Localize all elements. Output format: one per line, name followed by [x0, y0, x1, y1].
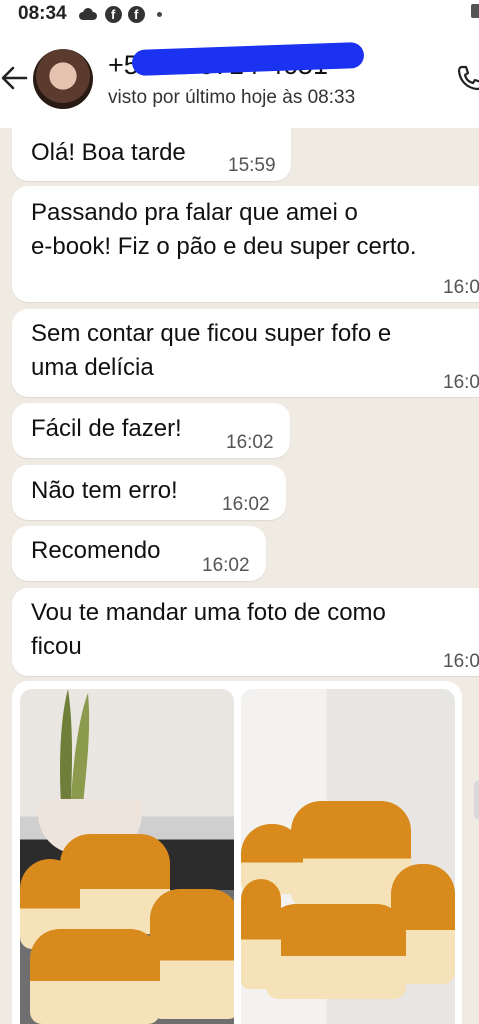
message-text: Recomendo — [31, 537, 161, 564]
battery-icon — [471, 4, 479, 18]
message-bubble[interactable]: Recomendo 16:02 — [12, 526, 266, 581]
status-time: 08:34 — [18, 3, 67, 24]
message-time: 16:0 — [443, 277, 479, 298]
message-text: Passando pra falar que amei o — [31, 199, 358, 226]
message-text: Olá! Boa tarde — [31, 139, 186, 166]
bread-roll — [241, 879, 281, 989]
message-bubble[interactable]: Fácil de fazer! 16:02 — [12, 403, 290, 458]
message-text: Não tem erro! — [31, 477, 178, 504]
bread-roll — [30, 929, 160, 1024]
message-text: Vou te mandar uma foto de como — [31, 599, 386, 626]
cloud-icon — [77, 8, 99, 20]
bread-photo[interactable] — [20, 689, 234, 1024]
facebook-icon: f — [104, 5, 122, 23]
message-bubble[interactable]: Olá! Boa tarde 15:59 — [12, 128, 291, 181]
message-text: Fácil de fazer! — [31, 415, 182, 442]
message-time: 16:02 — [222, 494, 270, 515]
photo-message[interactable] — [12, 681, 462, 1024]
message-bubble[interactable]: Passando pra falar que amei o e-book! Fi… — [12, 186, 479, 302]
bread-photo[interactable] — [241, 689, 455, 1024]
message-text: e-book! Fiz o pão e deu super certo. — [31, 233, 417, 260]
notification-dot-icon — [156, 11, 162, 17]
back-arrow-icon[interactable] — [0, 64, 28, 92]
message-time: 15:59 — [228, 155, 276, 176]
message-bubble[interactable]: Não tem erro! 16:02 — [12, 465, 286, 520]
message-text: Sem contar que ficou super fofo e — [31, 320, 392, 347]
status-icons: f f — [77, 5, 162, 23]
message-time: 16:02 — [226, 432, 274, 453]
message-text: ficou — [31, 633, 82, 660]
message-time: 16:02 — [202, 555, 250, 576]
message-time: 16:0 — [443, 372, 479, 393]
message-bubble[interactable]: Sem contar que ficou super fofo e uma de… — [12, 309, 479, 397]
chat-area: Olá! Boa tarde 15:59 Passando pra falar … — [0, 128, 479, 1024]
facebook-icon: f — [127, 5, 145, 23]
status-bar: 08:34 f f — [0, 0, 479, 28]
chat-header: +55 16 0714-4651 visto por último hoje à… — [0, 28, 479, 128]
last-seen-status: visto por último hoje às 08:33 — [108, 87, 356, 108]
bread-roll — [150, 889, 234, 1019]
message-bubble[interactable]: Vou te mandar uma foto de como ficou 16:… — [12, 588, 479, 676]
avatar[interactable] — [33, 49, 93, 109]
scroll-handle[interactable] — [474, 780, 479, 820]
message-text: uma delícia — [31, 354, 154, 381]
bread-roll — [266, 904, 406, 999]
redaction-mark — [131, 41, 365, 77]
message-time: 16:0 — [443, 651, 479, 672]
phone-call-icon[interactable] — [456, 64, 479, 92]
